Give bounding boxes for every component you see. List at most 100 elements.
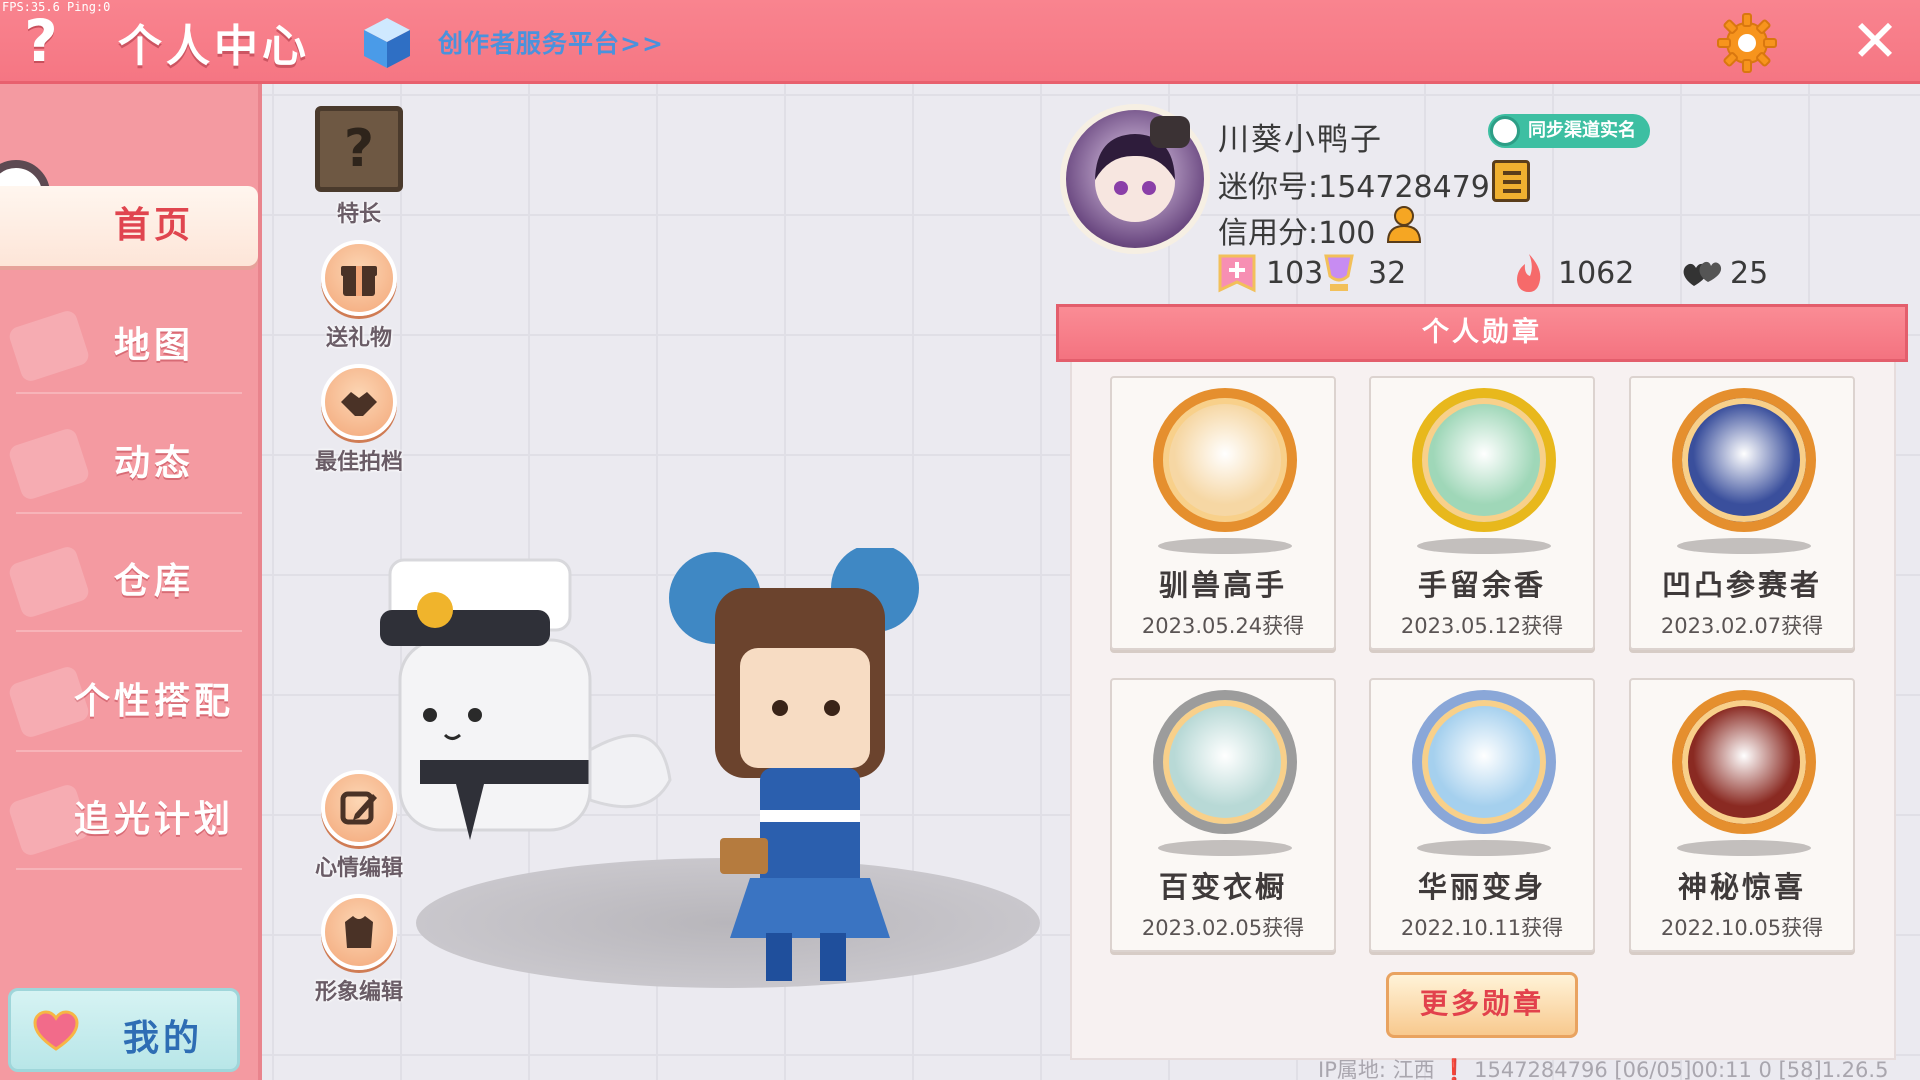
medal-wardrobe-icon xyxy=(1153,690,1297,834)
specialty-label: 特长 xyxy=(336,202,381,227)
medal-card[interactable]: 手留余香 2023.05.12获得 xyxy=(1369,376,1595,650)
handshake-icon xyxy=(321,364,397,440)
medal-contestant-icon xyxy=(1672,388,1816,532)
stat-hearts: 25 xyxy=(1680,250,1768,296)
medal-beast-tamer-icon xyxy=(1153,388,1297,532)
divider xyxy=(16,630,242,632)
question-block-icon: ? xyxy=(315,106,403,192)
copy-icon[interactable] xyxy=(1492,160,1530,202)
medal-name: 百变衣橱 xyxy=(1158,870,1287,904)
more-medals-button[interactable]: 更多勋章 xyxy=(1386,972,1578,1038)
medal-shadow xyxy=(1677,538,1811,554)
medal-card[interactable]: 百变衣橱 2023.02.05获得 xyxy=(1110,678,1336,952)
avatar[interactable] xyxy=(1060,104,1210,254)
light-plan-icon xyxy=(7,782,91,858)
medal-date: 2023.02.07获得 xyxy=(1660,614,1824,638)
stat-value: 1062 xyxy=(1558,255,1635,291)
medal-name: 神秘惊喜 xyxy=(1677,870,1806,904)
help-icon[interactable]: ? xyxy=(14,8,68,74)
credit-score: 信用分:100 xyxy=(1218,216,1376,251)
sidebar-item-outfit[interactable]: 个性搭配 xyxy=(0,662,258,742)
flame-icon xyxy=(1517,254,1541,292)
avatar-portrait xyxy=(1095,116,1190,222)
medal-date: 2022.10.11获得 xyxy=(1400,916,1564,940)
medal-name: 凹凸参赛者 xyxy=(1661,568,1822,602)
sidebar-item-map[interactable]: 地图 xyxy=(0,306,258,386)
sidebar-item-label: 追光计划 xyxy=(73,799,234,840)
specialty-button[interactable]: ? 特长 xyxy=(304,106,414,228)
hearts-icon xyxy=(1683,261,1722,286)
user-verify-icon xyxy=(1490,116,1520,146)
footer-info: IP属地: 江西 ❗ 1547284796 [06/05]00:11 0 [58… xyxy=(1318,1058,1889,1080)
sidebar-item-light-plan[interactable]: 追光计划 xyxy=(0,780,258,860)
seal-pet-figure[interactable] xyxy=(360,540,690,900)
sidebar-item-home[interactable]: 首页 xyxy=(0,186,258,266)
medal-shadow xyxy=(1417,538,1551,554)
medal-date: 2023.05.24获得 xyxy=(1141,614,1305,638)
gift-icon xyxy=(321,240,397,316)
player-name: 川葵小鸭子 xyxy=(1218,122,1383,158)
sidebar-item-label: 仓库 xyxy=(113,561,194,602)
realname-sync-badge[interactable]: 同步渠道实名 xyxy=(1488,114,1650,148)
medal-name: 手留余香 xyxy=(1417,568,1546,602)
medal-shadow xyxy=(1158,538,1292,554)
gear-icon[interactable] xyxy=(1716,12,1778,74)
mini-id: 迷你号:1547284796 xyxy=(1218,170,1509,205)
sidebar-item-label: 首页 xyxy=(113,205,194,246)
mine-label: 我的 xyxy=(123,1018,204,1059)
medal-shadow xyxy=(1677,840,1811,856)
credit-user-icon[interactable] xyxy=(1384,204,1426,244)
trophy-icon xyxy=(1324,254,1354,291)
mine-button[interactable]: 我的 xyxy=(8,988,240,1072)
medal-transform-icon xyxy=(1412,690,1556,834)
medal-date: 2023.05.12获得 xyxy=(1400,614,1564,638)
medal-surprise-icon xyxy=(1672,690,1816,834)
sidebar-item-label: 个性搭配 xyxy=(73,681,234,722)
stat-value: 103 xyxy=(1266,255,1324,291)
medal-shadow xyxy=(1417,840,1551,856)
medal-card[interactable]: 神秘惊喜 2022.10.05获得 xyxy=(1629,678,1855,952)
player-character-figure[interactable] xyxy=(660,548,940,988)
bell-icon xyxy=(7,426,91,502)
best-partner-label: 最佳拍档 xyxy=(314,450,403,475)
send-gift-button[interactable]: 送礼物 xyxy=(304,240,414,352)
outfit-icon xyxy=(7,664,91,740)
top-bar: FPS:35.6 Ping:0 ? 个人中心 创作者服务平台>> ✕ xyxy=(0,0,1920,84)
heart-icon xyxy=(33,1010,79,1051)
divider xyxy=(16,392,242,394)
stat-value: 25 xyxy=(1730,255,1769,291)
sidebar-item-feed[interactable]: 动态 xyxy=(0,424,258,504)
medal-name: 驯兽高手 xyxy=(1158,568,1287,602)
stat-trophy: 32 xyxy=(1318,250,1406,296)
realname-sync-label: 同步渠道实名 xyxy=(1528,120,1636,141)
medal-card[interactable]: 华丽变身 2022.10.11获得 xyxy=(1369,678,1595,952)
medal-shadow xyxy=(1158,840,1292,856)
best-partner-button[interactable]: 最佳拍档 xyxy=(304,364,414,476)
divider xyxy=(16,512,242,514)
sidebar: 首页 地图 动态 仓库 个性搭配 追光计划 xyxy=(0,84,262,1080)
image-edit-label: 形象编辑 xyxy=(314,980,403,1005)
medal-name: 华丽变身 xyxy=(1417,870,1546,904)
stat-flame: 1062 xyxy=(1508,250,1634,296)
medal-card[interactable]: 凹凸参赛者 2023.02.07获得 xyxy=(1629,376,1855,650)
medal-date: 2022.10.05获得 xyxy=(1660,916,1824,940)
outfit-edit-icon xyxy=(321,894,397,970)
image-edit-button[interactable]: 形象编辑 xyxy=(304,894,414,1006)
map-icon xyxy=(7,308,91,384)
medal-fragrance-icon xyxy=(1412,388,1556,532)
house-icon xyxy=(7,544,91,620)
stat-flag: 103 xyxy=(1216,250,1323,296)
send-gift-label: 送礼物 xyxy=(325,326,392,351)
sidebar-item-label: 地图 xyxy=(113,325,194,366)
close-icon[interactable]: ✕ xyxy=(1844,10,1906,72)
medal-card[interactable]: 驯兽高手 2023.05.24获得 xyxy=(1110,376,1336,650)
medal-date: 2023.02.05获得 xyxy=(1141,916,1305,940)
sidebar-item-label: 动态 xyxy=(113,443,194,484)
flag-icon xyxy=(1218,254,1256,293)
medals-header: 个人勋章 xyxy=(1056,304,1908,362)
divider xyxy=(16,868,242,870)
sidebar-item-warehouse[interactable]: 仓库 xyxy=(0,542,258,622)
creator-platform-link[interactable]: 创作者服务平台>> xyxy=(438,24,664,60)
cube-icon[interactable] xyxy=(362,16,412,70)
page-title: 个人中心 xyxy=(118,21,310,72)
